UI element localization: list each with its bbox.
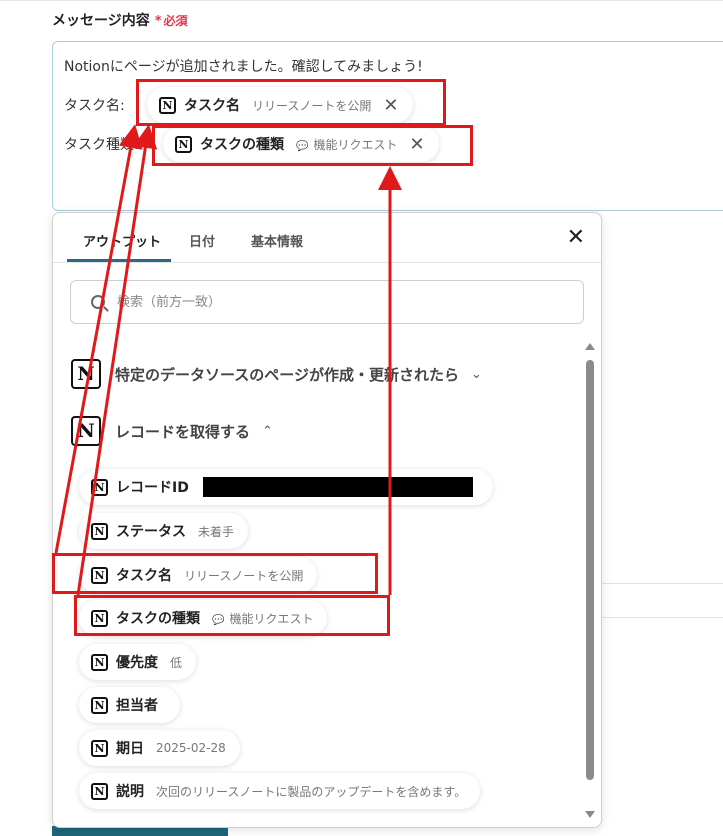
chevron-down-icon: ⌄ [470, 366, 482, 382]
notion-logo-icon: N [91, 478, 108, 496]
output-item-description[interactable]: N 説明 次回のリリースノートに製品のアップデートを含めます。 [79, 773, 481, 809]
notion-logo-icon: N [91, 653, 108, 671]
scroll-down-arrow-icon[interactable] [585, 811, 595, 818]
notion-logo-icon: N [91, 739, 108, 757]
message-field-label: メッセージ内容 * 必須 [52, 10, 188, 30]
search-input[interactable] [115, 293, 495, 311]
output-item-status[interactable]: N ステータス 未着手 [79, 513, 249, 549]
output-picker-panel: アウトプット 日付 基本情報 ✕ N 特定のデータソースのページが作成・更新され… [52, 212, 602, 828]
close-icon[interactable]: ✕ [567, 225, 585, 250]
section-get-record[interactable]: N レコードを取得する ⌃ [71, 416, 273, 446]
output-item-assignee[interactable]: N 担当者 [79, 687, 180, 723]
item-label: 担当者 [116, 698, 158, 714]
task-name-label: タスク名: [64, 98, 125, 114]
tab-date[interactable]: 日付 [189, 231, 215, 250]
required-star: * [154, 14, 162, 29]
notion-logo-icon: N [71, 359, 101, 389]
chevron-up-icon: ⌃ [262, 423, 273, 439]
search-box[interactable] [70, 280, 584, 324]
tab-basic-info[interactable]: 基本情報 [251, 231, 303, 250]
notion-logo-icon: N [91, 782, 108, 800]
output-item-priority[interactable]: N 優先度 低 [79, 644, 197, 680]
output-item-record-id[interactable]: N レコードID [79, 469, 493, 505]
item-label: 優先度 [116, 655, 158, 671]
item-value: 次回のリリースノートに製品のアップデートを含めます。 [156, 784, 467, 799]
scrollbar[interactable] [585, 343, 595, 818]
scrollbar-thumb[interactable] [586, 360, 594, 780]
section-title: 特定のデータソースのページが作成・更新されたら [115, 365, 459, 384]
output-item-due-date[interactable]: N 期日 2025-02-28 [79, 730, 240, 766]
section-trigger[interactable]: N 特定のデータソースのページが作成・更新されたら ⌄ [71, 359, 482, 389]
item-label: ステータス [116, 524, 186, 540]
search-icon [91, 295, 105, 309]
item-value: 未着手 [198, 524, 235, 539]
annotation-box-task-name-source [52, 553, 378, 594]
section-title: レコードを取得する [115, 422, 251, 441]
item-label: レコードID [116, 480, 189, 496]
background-divider [602, 583, 723, 584]
notion-logo-icon: N [91, 696, 108, 714]
tab-output[interactable]: アウトプット [83, 231, 161, 250]
notion-logo-icon: N [71, 416, 101, 446]
message-line-1: Notionにページが追加されました。確認してみましょう! [64, 59, 423, 75]
tab-bar: アウトプット 日付 基本情報 ✕ [53, 213, 601, 263]
background-divider [602, 617, 723, 618]
field-label-text: メッセージ内容 [52, 13, 150, 29]
item-label: 説明 [116, 784, 144, 800]
annotation-box-task-type-target [152, 125, 473, 166]
scroll-up-arrow-icon[interactable] [585, 343, 595, 350]
redacted-value [202, 477, 473, 497]
required-text: 必須 [163, 14, 188, 28]
annotation-box-task-type-source [74, 595, 390, 636]
active-tab-indicator [67, 259, 171, 262]
task-type-label: タスク種類: [64, 137, 139, 153]
item-label: 期日 [116, 741, 144, 757]
item-value: 低 [170, 655, 183, 670]
item-value: 2025-02-28 [156, 741, 226, 755]
notion-logo-icon: N [91, 522, 108, 540]
top-divider [0, 0, 723, 1]
annotation-box-task-name-target [136, 79, 446, 126]
